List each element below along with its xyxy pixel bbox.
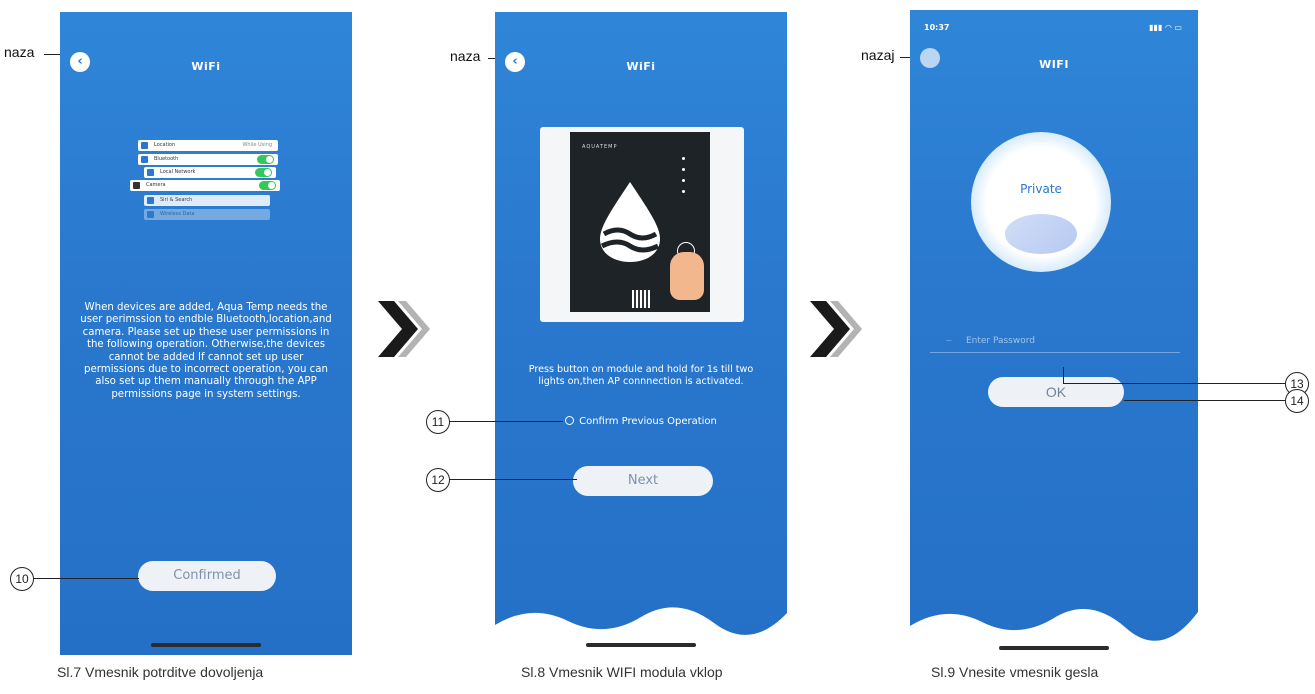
location-icon bbox=[141, 142, 148, 149]
bluetooth-icon bbox=[141, 156, 148, 163]
next-step-arrow-icon bbox=[810, 301, 862, 357]
next-step-arrow-icon bbox=[378, 301, 430, 357]
phone-screen-permissions: ‹ WiFi Location While Using Bluetooth Loc… bbox=[60, 12, 352, 655]
permission-row-wireless: Wireless Data bbox=[144, 209, 270, 220]
permission-row-location: Location While Using bbox=[138, 140, 278, 151]
callout-10: 10 bbox=[10, 567, 34, 591]
callout-12: 12 bbox=[426, 468, 450, 492]
wifi-module-image: AQUATEMP bbox=[540, 127, 744, 322]
page-title: WiFi bbox=[626, 60, 656, 73]
local-network-toggle[interactable] bbox=[255, 168, 272, 177]
bluetooth-toggle[interactable] bbox=[257, 155, 274, 164]
permission-row-bluetooth: Bluetooth bbox=[138, 154, 278, 165]
password-input[interactable]: ⌣ Enter Password bbox=[930, 330, 1180, 353]
orb-label: Private bbox=[1020, 182, 1062, 196]
status-time: 10:37 bbox=[924, 23, 950, 32]
camera-toggle[interactable] bbox=[259, 181, 276, 190]
permission-row-local-network: Local Network bbox=[144, 167, 276, 178]
wireless-icon bbox=[147, 211, 154, 218]
module-brand: AQUATEMP bbox=[582, 144, 618, 150]
module-panel: AQUATEMP bbox=[570, 132, 710, 312]
camera-icon bbox=[133, 182, 140, 189]
caption-1: Sl.7 Vmesnik potrditve dovoljenja bbox=[57, 664, 264, 680]
callout-14: 14 bbox=[1285, 389, 1309, 413]
callout-line-14 bbox=[1124, 400, 1285, 401]
home-indicator bbox=[586, 643, 696, 647]
permissions-preview: Location While Using Bluetooth Local Netw… bbox=[130, 122, 280, 242]
permission-message: When devices are added, Aqua Temp needs … bbox=[80, 302, 332, 400]
caption-3: Sl.9 Vnesite vmesnik gesla bbox=[931, 664, 1099, 680]
confirm-radio[interactable] bbox=[565, 416, 575, 425]
module-instruction: Press button on module and hold for 1s t… bbox=[528, 364, 754, 387]
hand-pointer-icon bbox=[670, 252, 704, 300]
callout-line-11 bbox=[449, 421, 563, 422]
private-network-illustration: Private bbox=[971, 132, 1111, 272]
callout-line-13 bbox=[1063, 383, 1285, 384]
status-signal-icon: ▮▮▮ ◠ ▭ bbox=[1149, 23, 1182, 32]
phone-screen-wifi-module: ‹ WiFi AQUATEMP Press button on module a… bbox=[495, 12, 787, 655]
siri-icon bbox=[147, 197, 154, 204]
back-annotation-3: nazaj bbox=[861, 47, 895, 63]
back-annotation-2: naza bbox=[450, 48, 481, 64]
home-indicator bbox=[151, 643, 261, 647]
page-title: WIFI bbox=[1039, 58, 1069, 71]
next-button[interactable]: Next bbox=[573, 466, 713, 496]
lock-icon: ⌣ bbox=[946, 336, 952, 346]
qr-code bbox=[632, 290, 650, 308]
callout-11: 11 bbox=[426, 410, 450, 434]
ok-button[interactable]: OK bbox=[988, 377, 1124, 407]
phone-screen-password: 10:37 ▮▮▮ ◠ ▭ WIFI Private ⌣ Enter Passwo… bbox=[910, 10, 1198, 658]
callout-line-10 bbox=[33, 578, 139, 579]
permission-row-camera: Camera bbox=[130, 180, 280, 191]
back-annotation-1: naza bbox=[4, 44, 35, 60]
page-title: WiFi bbox=[191, 60, 221, 73]
water-drop-icon bbox=[600, 182, 660, 262]
people-illustration bbox=[1005, 214, 1077, 254]
permission-row-siri: Siri & Search bbox=[144, 195, 270, 206]
home-indicator bbox=[999, 646, 1109, 650]
callout-line-12 bbox=[449, 479, 577, 480]
module-indicator-lights bbox=[682, 157, 690, 193]
network-icon bbox=[147, 169, 154, 176]
caption-2: Sl.8 Vmesnik WIFI modula vklop bbox=[521, 664, 723, 680]
callout-line-13-vertical bbox=[1063, 367, 1064, 383]
confirmed-button[interactable]: Confirmed bbox=[138, 561, 276, 591]
